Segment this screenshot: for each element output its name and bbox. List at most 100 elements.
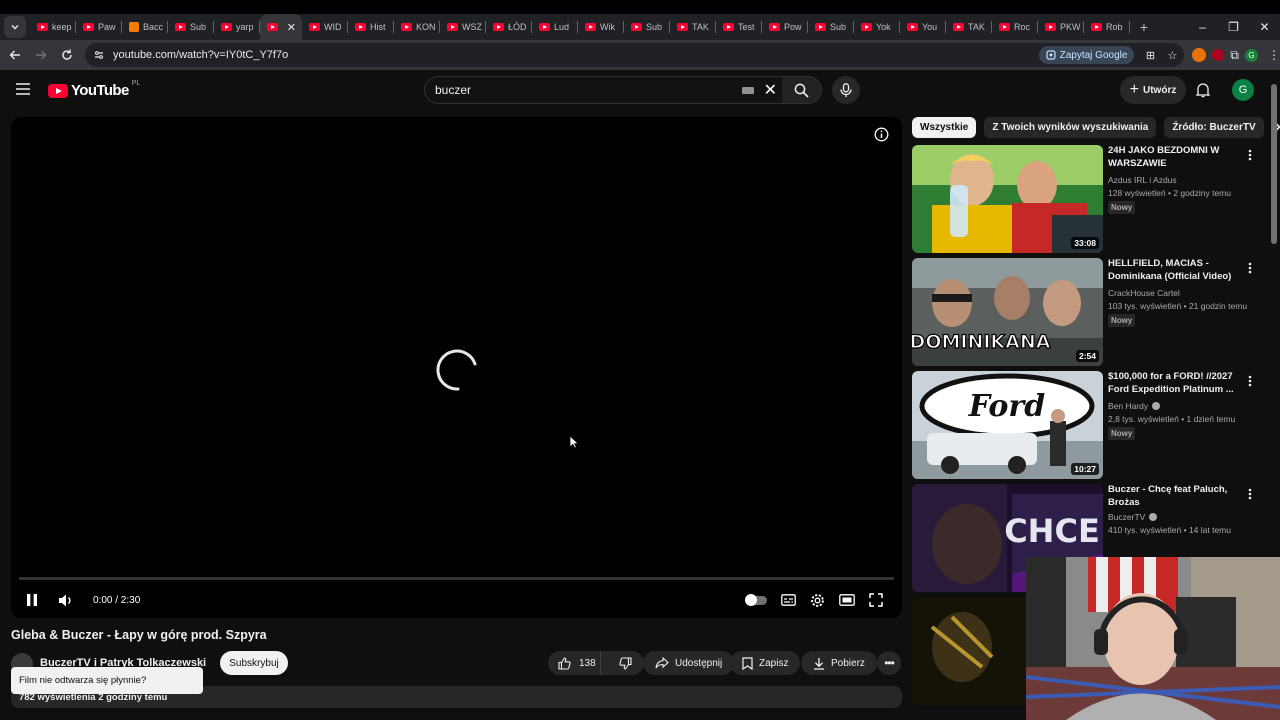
subtitles-button[interactable]	[781, 594, 796, 606]
autoplay-toggle[interactable]	[745, 593, 767, 606]
video-thumbnail[interactable]: DOMINIKANA 2:54	[912, 258, 1103, 366]
browser-tab[interactable]: Sub	[624, 14, 670, 40]
browser-tab[interactable]: Bacc	[122, 14, 168, 40]
browser-tab[interactable]: You	[900, 14, 946, 40]
browser-tab[interactable]: Roc	[992, 14, 1038, 40]
close-window-icon[interactable]: ✕	[1249, 20, 1280, 34]
back-button[interactable]	[3, 43, 26, 67]
recommendation-channel[interactable]: Azdus IRL i Azdus	[1108, 175, 1177, 185]
browser-tab[interactable]: KON	[394, 14, 440, 40]
notifications-button[interactable]	[1196, 82, 1210, 98]
browser-tab[interactable]: Pow	[762, 14, 808, 40]
settings-button[interactable]	[810, 593, 825, 608]
new-tab-button[interactable]: +	[1134, 19, 1154, 35]
recommendation-title[interactable]: $100,000 for a FORD! //2027 Ford Expedit…	[1108, 371, 1240, 396]
browser-tab[interactable]: Lud	[532, 14, 578, 40]
browser-tab[interactable]: Hist	[348, 14, 394, 40]
voice-search-button[interactable]	[832, 76, 860, 104]
tab-title: Pow	[784, 22, 802, 32]
search-input[interactable]: buczer ✕	[424, 76, 786, 104]
browser-tab[interactable]: ŁÓD	[486, 14, 532, 40]
chip-from-search[interactable]: Z Twoich wyników wyszukiwania	[984, 116, 1157, 138]
recommendation-title[interactable]: 24H JAKO BEZDOMNI W WARSZAWIE	[1108, 145, 1240, 170]
recommendation-menu-button[interactable]	[1248, 375, 1252, 387]
progress-bar[interactable]	[19, 577, 894, 580]
browser-tab[interactable]: WSZ	[440, 14, 486, 40]
bookmark-star-icon[interactable]: ☆	[1162, 49, 1182, 62]
region-code: PL	[131, 80, 141, 87]
forward-button[interactable]	[29, 43, 52, 67]
browser-tab[interactable]: Yok	[854, 14, 900, 40]
chip-from-channel[interactable]: Źródło: BuczerTV	[1164, 116, 1264, 138]
browser-tab[interactable]: WID	[302, 14, 348, 40]
youtube-icon	[493, 23, 504, 31]
browser-tab[interactable]: Rob	[1084, 14, 1130, 40]
ask-google-button[interactable]: Zapytaj Google	[1038, 46, 1135, 64]
browser-tab[interactable]: TAK	[946, 14, 992, 40]
clear-search-icon[interactable]: ✕	[764, 80, 777, 100]
extensions-puzzle-icon[interactable]: ⧉	[1230, 48, 1239, 63]
recommendation-item[interactable]: Ford 10:27 $100,000 for a FORD! //2027 F…	[912, 371, 1262, 479]
recommendation-channel[interactable]: CrackHouse Cartel	[1108, 288, 1180, 298]
dislike-button[interactable]	[607, 656, 644, 670]
tab-active[interactable]: ✕	[260, 14, 302, 40]
browser-tab[interactable]: TAK	[670, 14, 716, 40]
search-button[interactable]	[782, 76, 822, 104]
recommendation-channel[interactable]: Ben Hardy	[1108, 401, 1161, 411]
video-player[interactable]: 0:00 / 2:30	[11, 117, 902, 618]
recommendation-item[interactable]: DOMINIKANA 2:54 HELLFIELD, MACIAS - Domi…	[912, 258, 1262, 366]
recommendation-menu-button[interactable]	[1248, 488, 1252, 500]
guide-menu-button[interactable]	[16, 83, 30, 95]
close-tab-icon[interactable]: ✕	[287, 21, 296, 34]
browser-tab[interactable]: Paw	[76, 14, 122, 40]
reload-button[interactable]	[56, 43, 79, 67]
recommendation-menu-button[interactable]	[1248, 262, 1252, 274]
download-button[interactable]: Pobierz	[801, 651, 877, 675]
youtube-logo[interactable]: YouTube PL	[48, 80, 141, 99]
like-button[interactable]: 138	[548, 651, 601, 675]
channel-name-text: Azdus IRL i Azdus	[1108, 175, 1177, 185]
pause-button[interactable]	[26, 593, 38, 607]
info-icon[interactable]	[874, 127, 889, 142]
theater-mode-button[interactable]	[839, 594, 855, 606]
mute-button[interactable]	[58, 593, 74, 608]
youtube-icon	[355, 23, 366, 31]
extension-red-icon[interactable]	[1212, 49, 1225, 61]
site-settings-icon[interactable]	[93, 49, 105, 61]
browser-tab[interactable]: keep	[30, 14, 76, 40]
chip-all[interactable]: Wszystkie	[912, 116, 977, 138]
share-button[interactable]: Udostępnij	[643, 651, 735, 675]
more-actions-button[interactable]: •••	[877, 651, 901, 675]
install-app-icon[interactable]: ⊞	[1140, 49, 1160, 62]
browser-menu-icon[interactable]: ⋮	[1268, 48, 1280, 62]
reload-icon	[62, 49, 73, 60]
recommendation-title[interactable]: Buczer - Chcę feat Paluch, Brożas	[1108, 484, 1240, 509]
profile-avatar[interactable]: G	[1245, 48, 1258, 62]
browser-tab[interactable]: Wik	[578, 14, 624, 40]
recommendation-channel[interactable]: BuczerTV	[1108, 512, 1158, 522]
recommendation-menu-button[interactable]	[1248, 149, 1252, 161]
youtube-icon	[585, 23, 596, 31]
browser-tab[interactable]: yarp	[214, 14, 260, 40]
browser-tab[interactable]: Sub	[808, 14, 854, 40]
recommendation-title[interactable]: HELLFIELD, MACIAS - Dominikana (Official…	[1108, 258, 1240, 283]
account-avatar[interactable]: G	[1232, 79, 1254, 101]
browser-tab[interactable]: Sub	[168, 14, 214, 40]
keyboard-icon[interactable]	[741, 86, 754, 94]
browser-tab[interactable]: PKW	[1038, 14, 1084, 40]
page-scrollbar[interactable]	[1271, 84, 1277, 244]
extension-orange-icon[interactable]	[1192, 48, 1207, 62]
video-thumbnail[interactable]: 33:08	[912, 145, 1103, 253]
browser-tab[interactable]: Test	[716, 14, 762, 40]
recommendation-item[interactable]: 33:08 24H JAKO BEZDOMNI W WARSZAWIE Azdu…	[912, 145, 1262, 253]
minimize-icon[interactable]: –	[1187, 20, 1218, 34]
tab-search-button[interactable]	[4, 16, 26, 38]
subscribe-button[interactable]: Subskrybuj	[220, 651, 288, 675]
fullscreen-button[interactable]	[869, 593, 883, 607]
address-bar[interactable]: youtube.com/watch?v=IY0tC_Y7f7o Zapytaj …	[85, 43, 1185, 67]
playback-issue-toast[interactable]: Film nie odtwarza się płynnie?	[11, 667, 203, 694]
save-button[interactable]: Zapisz	[730, 651, 801, 675]
video-thumbnail[interactable]: Ford 10:27	[912, 371, 1103, 479]
create-button[interactable]: + Utwórz	[1120, 76, 1186, 104]
restore-icon[interactable]: ❐	[1218, 20, 1249, 34]
